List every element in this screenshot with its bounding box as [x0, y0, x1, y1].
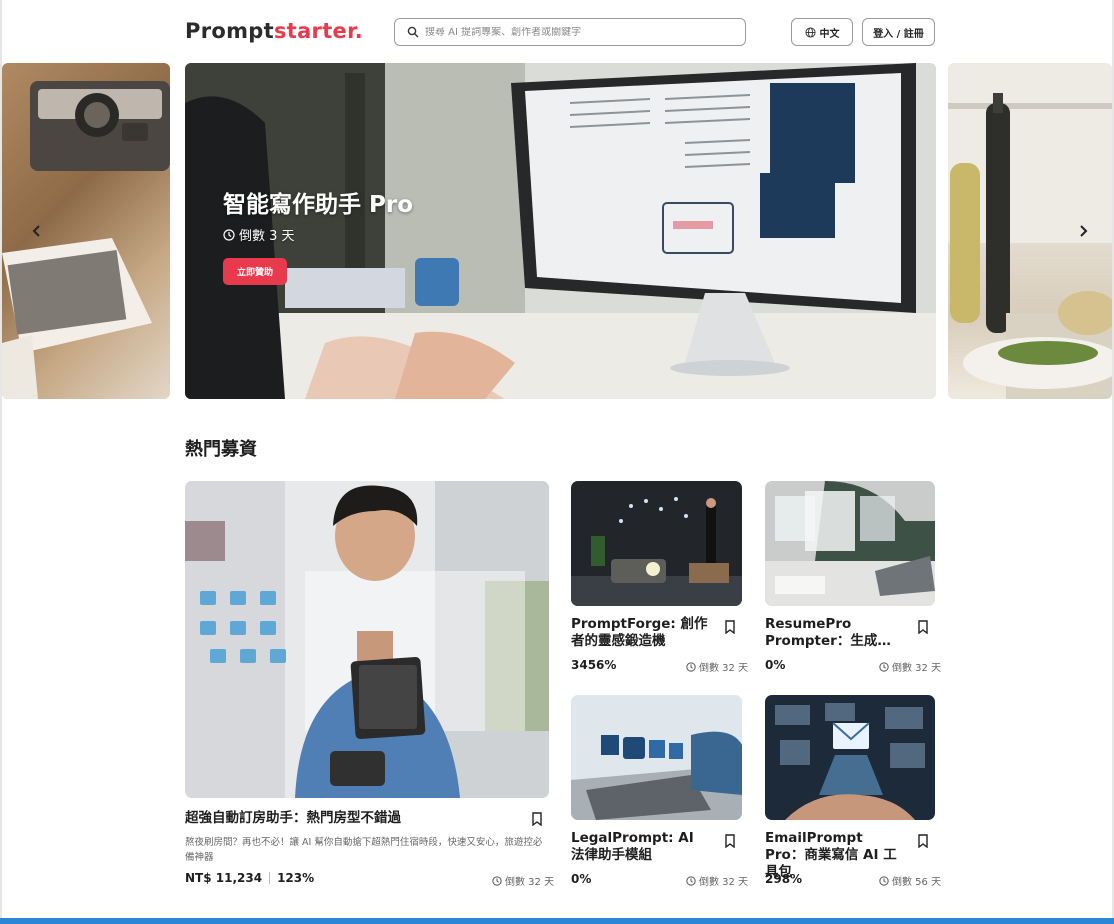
chevron-right-icon: [1080, 225, 1088, 237]
project-card-percent: 3456%: [571, 658, 617, 672]
login-register-button[interactable]: 登入 / 註冊: [862, 18, 935, 46]
featured-card-price: NT$ 11,234: [185, 871, 263, 885]
search-bar[interactable]: [394, 18, 746, 46]
project-card-title[interactable]: LegalPrompt: AI 法律助手模組: [571, 830, 711, 864]
clock-icon: [879, 875, 889, 886]
clock-icon: [223, 228, 235, 241]
countdown-text: 倒數 56 天: [892, 877, 942, 888]
logo-text-accent: starter.: [273, 19, 364, 43]
countdown-text: 倒數 32 天: [699, 877, 749, 888]
promptforge-photo-image: [571, 481, 742, 606]
hero-countdown: 倒數 3 天: [223, 225, 295, 244]
bookmark-icon[interactable]: [917, 620, 929, 634]
countdown-text: 倒數 32 天: [892, 663, 942, 674]
logo-text-primary: Prompt: [185, 19, 274, 43]
featured-card-title[interactable]: 超強自動訂房助手：熱門房型不錯過: [185, 810, 525, 827]
carousel-next-button[interactable]: [1072, 217, 1094, 245]
globe-icon: [804, 26, 816, 38]
login-register-label: 登入 / 註冊: [873, 28, 924, 40]
hero-photo-image: [185, 63, 936, 399]
countdown-text: 倒數 32 天: [505, 877, 555, 888]
hero-countdown-text: 倒數 3 天: [239, 229, 295, 244]
featured-card-percent: 123%: [277, 871, 315, 885]
project-card-image[interactable]: [571, 695, 742, 820]
search-icon: [407, 26, 419, 38]
hero-title: 智能寫作助手 Pro: [223, 192, 414, 218]
site-header: Promptstarter. 中文 登入 / 註冊: [2, 0, 1112, 63]
search-input[interactable]: [425, 26, 725, 38]
bookmark-icon[interactable]: [917, 834, 929, 848]
emailprompt-photo-image: [765, 695, 935, 820]
countdown-text: 倒數 32 天: [699, 663, 749, 674]
project-card-countdown: 倒數 32 天: [879, 659, 941, 674]
project-card-title[interactable]: ResumePro Prompter：生成…: [765, 616, 905, 650]
clock-icon: [879, 661, 889, 672]
project-card-countdown: 倒數 56 天: [879, 873, 941, 888]
resumepro-photo-image: [765, 481, 935, 606]
logo[interactable]: Promptstarter.: [185, 19, 363, 43]
carousel-prev-button[interactable]: [26, 217, 48, 245]
bottom-accent-bar: [0, 918, 1114, 924]
chevron-left-icon: [32, 225, 40, 237]
featured-card-description: 熬夜刷房間？再也不必！讓 AI 幫你自動搶下超熱門住宿時段，快速又安心，旅遊控必…: [185, 837, 543, 863]
project-card-title[interactable]: PromptForge: 創作者的靈感鍛造機: [571, 616, 711, 650]
clock-icon: [686, 661, 696, 672]
legalprompt-photo-image: [571, 695, 742, 820]
featured-card-stats: NT$ 11,234 123%: [185, 871, 314, 885]
language-button[interactable]: 中文: [791, 18, 853, 46]
project-card-percent: 298%: [765, 872, 803, 886]
featured-photo-image: [185, 481, 549, 798]
project-card-image[interactable]: [571, 481, 742, 606]
project-card-percent: 0%: [765, 658, 786, 672]
featured-card-countdown: 倒數 32 天: [492, 873, 554, 888]
hero-carousel: 智能寫作助手 Pro 倒數 3 天 立即贊助: [2, 63, 1112, 399]
carousel-slide-active[interactable]: 智能寫作助手 Pro 倒數 3 天 立即贊助: [185, 63, 936, 399]
section-title: 熱門募資: [185, 439, 257, 460]
featured-bookmark-icon[interactable]: [531, 812, 543, 826]
project-card-image[interactable]: [765, 695, 935, 820]
bookmark-icon[interactable]: [724, 834, 736, 848]
bookmark-icon[interactable]: [724, 620, 736, 634]
clock-icon: [492, 875, 502, 886]
sponsor-now-button[interactable]: 立即贊助: [223, 258, 287, 285]
featured-card-image[interactable]: [185, 481, 549, 798]
clock-icon: [686, 875, 696, 886]
project-card-countdown: 倒數 32 天: [686, 873, 748, 888]
project-card-countdown: 倒數 32 天: [686, 659, 748, 674]
language-label: 中文: [819, 28, 840, 40]
project-card-image[interactable]: [765, 481, 935, 606]
project-card-percent: 0%: [571, 872, 592, 886]
stat-divider: [269, 872, 271, 884]
